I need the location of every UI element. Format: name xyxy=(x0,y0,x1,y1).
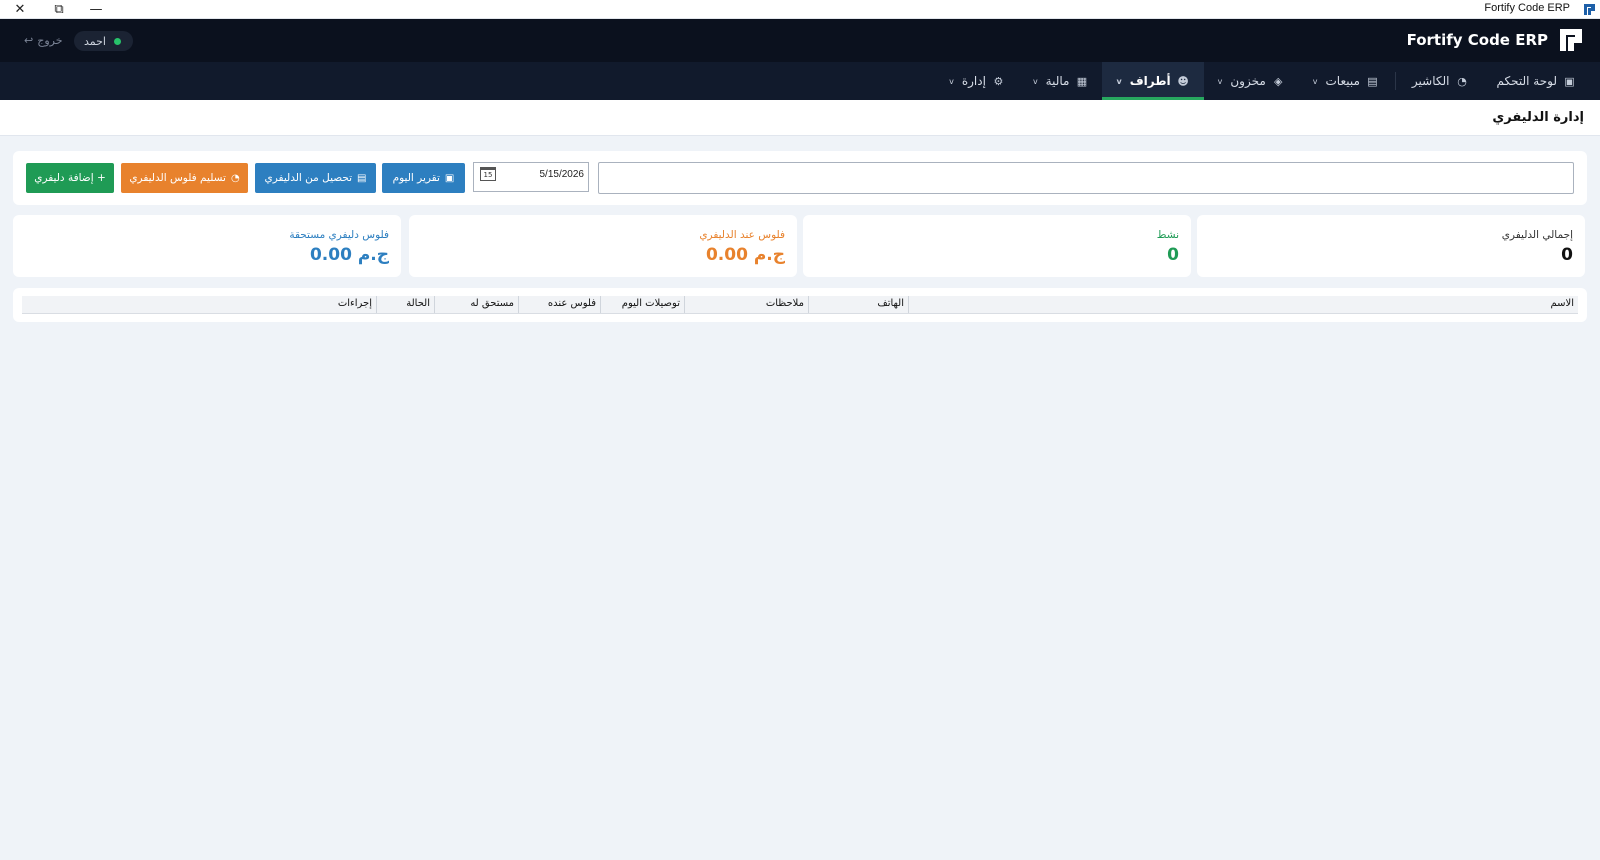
date-picker[interactable]: 5/15/2026 15 xyxy=(473,162,589,192)
brand[interactable]: Fortify Code ERP xyxy=(1407,27,1584,53)
collect-label: تحصيل من الدليفري xyxy=(264,172,353,184)
user-chip[interactable]: احمد xyxy=(74,31,133,51)
app-header: Fortify Code ERP احمد خروج ↩ xyxy=(0,19,1600,62)
column-header-today-deliveries[interactable]: توصيلات اليوم xyxy=(600,296,684,313)
search-input[interactable] xyxy=(598,162,1574,194)
column-header-notes[interactable]: ملاحظات xyxy=(684,296,808,313)
cashier-icon: ◔ xyxy=(1457,74,1467,88)
column-header-status[interactable]: الحالة xyxy=(376,296,434,313)
inbox-icon: ▤ xyxy=(357,172,367,184)
delivery-table: الاسم الهاتف ملاحظات توصيلات اليوم فلوس … xyxy=(13,288,1587,322)
column-header-actions[interactable]: إجراءات xyxy=(246,296,376,313)
chevron-down-icon: v xyxy=(949,76,954,86)
stat-active: نشط 0 xyxy=(803,215,1191,277)
window-title: Fortify Code ERP xyxy=(1484,2,1570,14)
column-header-cash-held[interactable]: فلوس عنده xyxy=(518,296,600,313)
brand-name: Fortify Code ERP xyxy=(1406,31,1548,49)
nav-item-5[interactable]: ▦ مالية v xyxy=(1019,62,1103,100)
nav-item-4[interactable]: ☻ أطراف v xyxy=(1102,62,1204,100)
date-value: 5/15/2026 xyxy=(539,169,585,180)
chevron-down-icon: v xyxy=(1032,76,1038,86)
chevron-down-icon: v xyxy=(1116,76,1122,86)
main-nav: ▣ لوحة التحكم ◔ الكاشير ▤ مبيعات v ◈ مخزون v ☻ أطرا… xyxy=(0,62,1600,100)
minimize-icon: — xyxy=(89,2,103,17)
stat-value: 0.00 ج.م xyxy=(309,245,389,265)
nav-item-label: مالية xyxy=(1045,74,1070,88)
nav-item-label: أطراف xyxy=(1129,74,1171,88)
stat-value: 0 xyxy=(1561,245,1573,265)
brand-logo-icon xyxy=(1560,29,1582,51)
restore-window-button[interactable]: ⧉ xyxy=(41,0,77,19)
nav-items: ▣ لوحة التحكم ◔ الكاشير ▤ مبيعات v ◈ مخزون v ☻ أطرا… xyxy=(935,62,1590,100)
stat-total-delivery: إجمالي الدليفري 0 xyxy=(1197,215,1585,277)
deliver-label: تسليم فلوس الدليفري xyxy=(129,172,226,184)
toolbar-card: 5/15/2026 15 ▣ تقرير اليوم ▤ تحصيل من ال… xyxy=(13,151,1587,205)
add-delivery-label: + إضافة دليفري xyxy=(34,172,106,184)
dashboard-icon: ▣ xyxy=(1564,74,1575,88)
page-header: إدارة الدليفري xyxy=(0,100,1600,136)
online-status-dot xyxy=(114,37,121,45)
nav-item-1[interactable]: ◔ الكاشير xyxy=(1398,62,1483,100)
minimize-window-button[interactable]: — xyxy=(78,0,114,19)
report-icon: ▣ xyxy=(444,172,455,184)
column-header-phone[interactable]: الهاتف xyxy=(808,296,908,313)
nav-item-6[interactable]: ⚙ إدارة v xyxy=(935,62,1019,100)
chevron-down-icon: v xyxy=(1312,76,1318,86)
stat-delivery-due: فلوس دليفري مستحقة 0.00 ج.م xyxy=(13,215,401,277)
logout-link[interactable]: خروج ↩ xyxy=(24,34,63,47)
user-name: احمد xyxy=(84,34,106,48)
stat-label: نشط xyxy=(1156,229,1179,241)
logout-icon: ↩ xyxy=(24,34,34,47)
stat-cash-with-delivery: فلوس عند الدليفري 0.00 ج.م xyxy=(409,215,797,277)
column-header-name[interactable]: الاسم xyxy=(908,296,1578,313)
money-bag-icon: ◔ xyxy=(230,172,240,184)
close-window-button[interactable]: ✕ xyxy=(2,0,38,19)
app-logo-icon xyxy=(1583,3,1596,16)
chevron-down-icon: v xyxy=(1217,76,1223,86)
page-title: إدارة الدليفري xyxy=(1492,110,1584,125)
gear-icon: ⚙ xyxy=(993,74,1004,88)
calendar-icon[interactable]: 15 xyxy=(480,167,496,181)
window-titlebar: ✕ ⧉ — Fortify Code ERP xyxy=(0,0,1600,19)
nav-item-label: لوحة التحكم xyxy=(1496,74,1558,88)
nav-item-label: مبيعات xyxy=(1325,74,1360,88)
people-icon: ☻ xyxy=(1177,74,1189,88)
nav-item-3[interactable]: ◈ مخزون v xyxy=(1204,62,1299,100)
stat-label: فلوس دليفري مستحقة xyxy=(289,229,389,241)
pay-delivery-button[interactable]: ◔ تسليم فلوس الدليفري xyxy=(121,163,248,193)
nav-item-label: مخزون xyxy=(1230,74,1266,88)
stat-label: فلوس عند الدليفري xyxy=(699,229,785,241)
restore-icon: ⧉ xyxy=(54,2,64,17)
table-header-row: الاسم الهاتف ملاحظات توصيلات اليوم فلوس … xyxy=(22,296,1578,314)
nav-item-label: الكاشير xyxy=(1411,74,1450,88)
add-delivery-button[interactable]: + إضافة دليفري xyxy=(26,163,114,193)
column-header-due[interactable]: مستحق له xyxy=(434,296,518,313)
finance-icon: ▦ xyxy=(1076,74,1088,88)
collect-from-delivery-button[interactable]: ▤ تحصيل من الدليفري xyxy=(255,163,376,193)
nav-item-label: إدارة xyxy=(961,74,986,88)
today-report-button[interactable]: ▣ تقرير اليوم xyxy=(382,163,465,193)
logout-label: خروج xyxy=(37,34,63,47)
nav-item-0[interactable]: ▣ لوحة التحكم xyxy=(1483,62,1591,100)
nav-divider xyxy=(1394,72,1396,90)
stat-label: إجمالي الدليفري xyxy=(1501,229,1573,241)
receipt-icon: ▤ xyxy=(1367,74,1378,88)
nav-item-2[interactable]: ▤ مبيعات v xyxy=(1299,62,1393,100)
close-icon: ✕ xyxy=(14,2,26,17)
stat-value: 0.00 ج.م xyxy=(705,245,785,265)
stat-value: 0 xyxy=(1167,245,1179,265)
today-report-label: تقرير اليوم xyxy=(392,172,440,184)
box-icon: ◈ xyxy=(1274,74,1283,88)
